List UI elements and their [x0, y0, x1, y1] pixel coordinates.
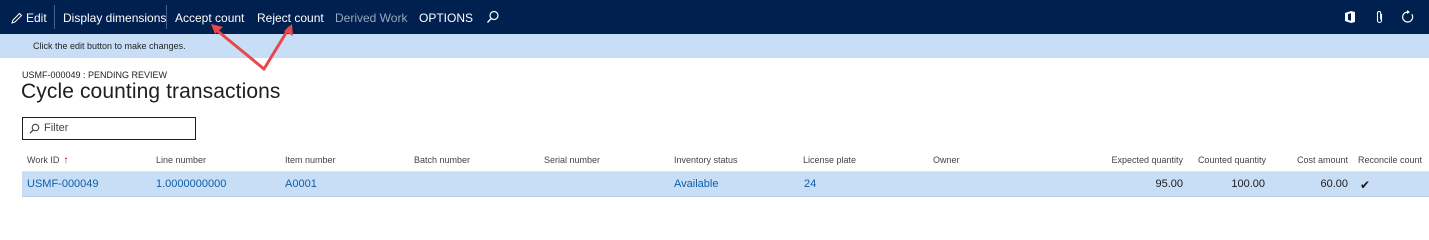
column-header-serial-number[interactable]: Serial number: [544, 155, 600, 165]
toolbar-divider: [166, 5, 167, 29]
column-header-item-number[interactable]: Item number: [285, 155, 336, 165]
column-header-line-number[interactable]: Line number: [156, 155, 206, 165]
toolbar-divider: [54, 5, 55, 29]
cell-cost-amount[interactable]: 60.00: [1280, 178, 1348, 190]
cell-work-id[interactable]: USMF-000049: [27, 178, 99, 190]
record-caption: USMF-000049 : PENDING REVIEW: [22, 70, 168, 80]
cell-inventory-status[interactable]: Available: [674, 178, 718, 190]
column-header-owner[interactable]: Owner: [933, 155, 960, 165]
message-text: Click the edit button to make changes.: [33, 41, 186, 51]
reconcile-checkmark-icon: ✔: [1360, 178, 1371, 192]
column-header-reconcile-count[interactable]: Reconcile count: [1358, 155, 1422, 165]
cell-item-number[interactable]: A0001: [285, 178, 317, 190]
sort-ascending-icon: ↑: [63, 155, 69, 166]
refresh-icon[interactable]: [1401, 10, 1415, 24]
display-dimensions-button[interactable]: Display dimensions: [63, 0, 166, 34]
filter-field[interactable]: [22, 117, 196, 140]
office-icon[interactable]: [1343, 10, 1357, 24]
cell-license-plate[interactable]: 24: [804, 178, 816, 190]
column-header-label: Work ID: [27, 155, 60, 165]
search-icon[interactable]: [486, 10, 500, 24]
reject-count-button[interactable]: Reject count: [257, 0, 324, 34]
search-icon: [29, 123, 40, 134]
column-header-work-id[interactable]: Work ID ↑: [27, 155, 68, 166]
column-header-cost-amount[interactable]: Cost amount: [1280, 155, 1348, 165]
message-bar: Click the edit button to make changes.: [0, 34, 1429, 58]
column-header-license-plate[interactable]: License plate: [803, 155, 856, 165]
page-title: Cycle counting transactions: [21, 80, 281, 103]
filter-input[interactable]: [44, 120, 189, 136]
paperclip-icon[interactable]: [1373, 10, 1387, 24]
column-header-expected-quantity[interactable]: Expected quantity: [1082, 155, 1183, 165]
action-pane: Edit Display dimensions Accept count Rej…: [0, 0, 1429, 34]
options-tab[interactable]: OPTIONS: [419, 0, 473, 34]
accept-count-button[interactable]: Accept count: [175, 0, 244, 34]
edit-label: Edit: [26, 11, 47, 25]
column-header-counted-quantity[interactable]: Counted quantity: [1184, 155, 1266, 165]
cell-line-number[interactable]: 1.0000000000: [156, 178, 226, 190]
column-header-inventory-status[interactable]: Inventory status: [674, 155, 738, 165]
column-header-batch-number[interactable]: Batch number: [414, 155, 470, 165]
cell-counted-quantity[interactable]: 100.00: [1184, 178, 1265, 190]
pencil-icon: [11, 12, 23, 24]
cell-expected-quantity[interactable]: 95.00: [1082, 178, 1183, 190]
derived-work-button[interactable]: Derived Work: [335, 0, 407, 34]
edit-button[interactable]: Edit: [11, 0, 47, 34]
